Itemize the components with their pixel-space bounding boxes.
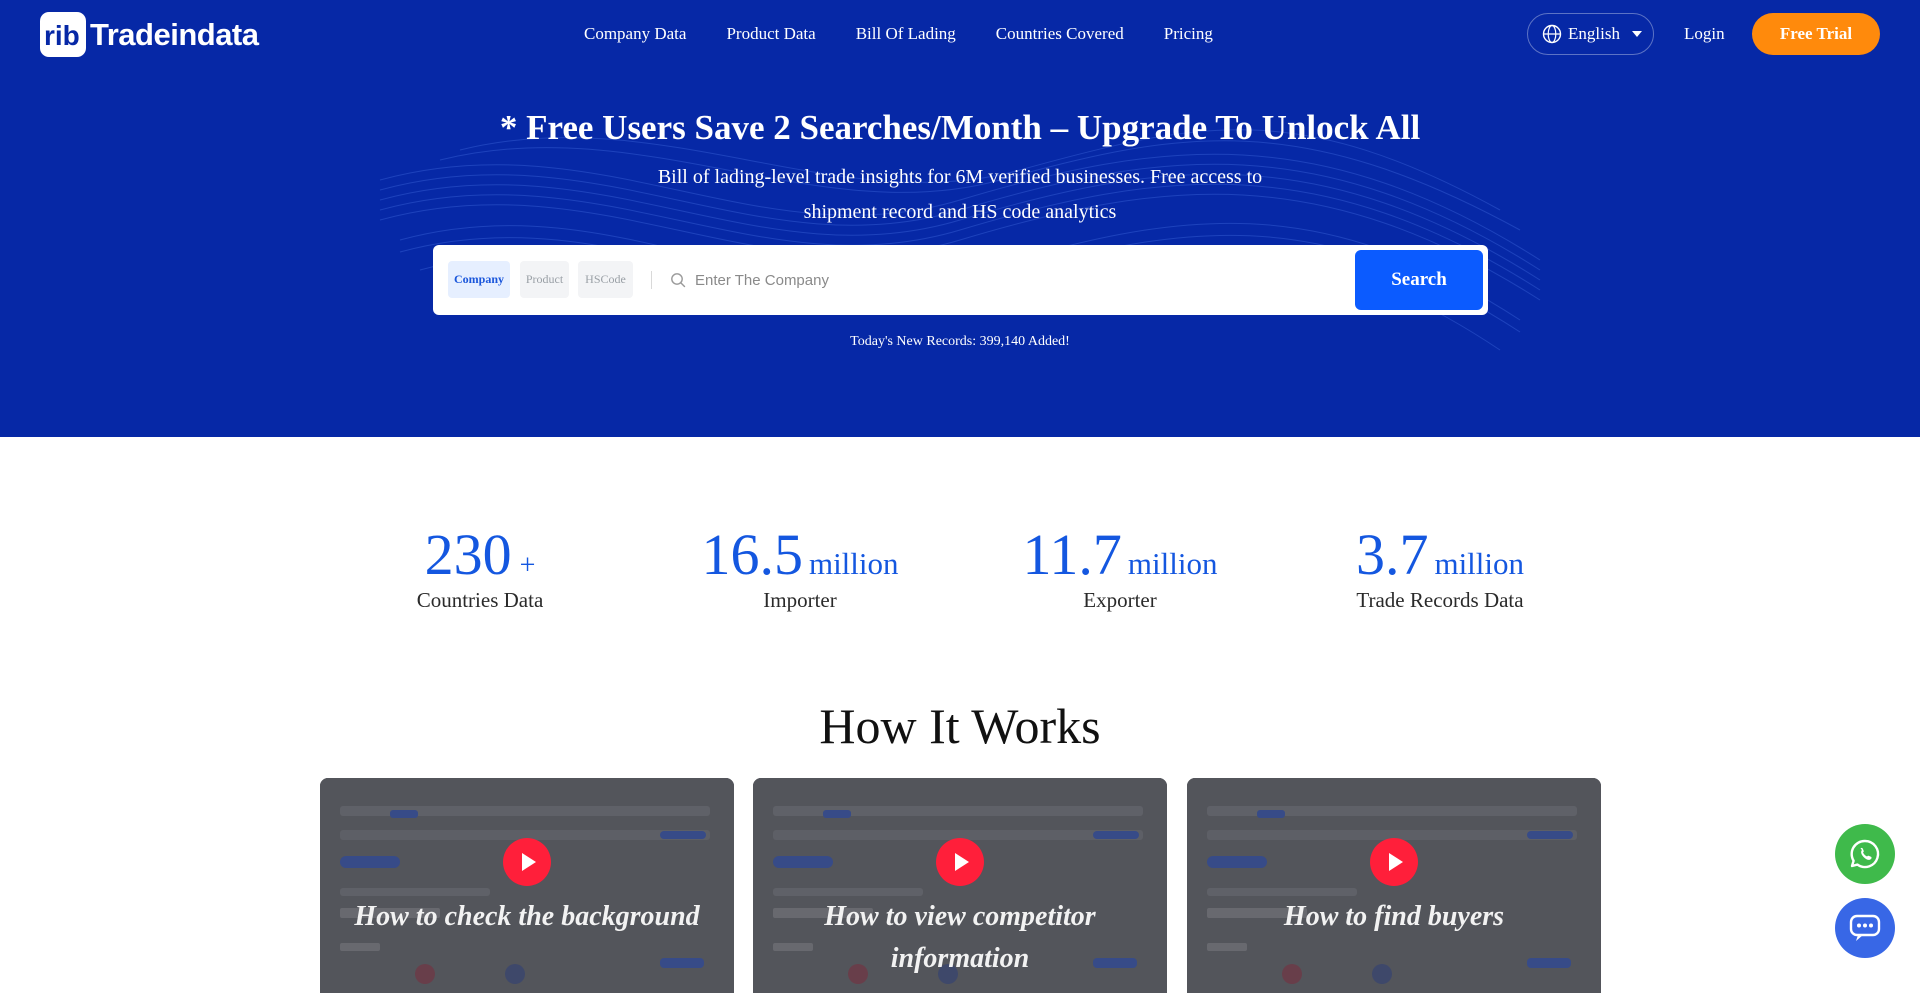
whatsapp-icon: [1850, 839, 1880, 869]
stat-label: Exporter: [1083, 588, 1157, 612]
stat-trade-records: 3.7 million Trade Records Data: [1310, 520, 1570, 613]
video-card-buyers[interactable]: How to find buyers: [1187, 778, 1601, 993]
stat-suffix: million: [808, 546, 899, 581]
free-trial-button[interactable]: Free Trial: [1752, 13, 1880, 55]
video-card-title: How to find buyers: [1283, 901, 1505, 932]
tab-company[interactable]: Company: [448, 261, 510, 298]
stat-exporter: 11.7 million Exporter: [990, 520, 1250, 613]
video-card-competitor[interactable]: How to view competitor information: [753, 778, 1167, 993]
hero-subtitle: Bill of lading-level trade insights for …: [657, 166, 1263, 223]
nav-link-product-data[interactable]: Product Data: [726, 24, 815, 44]
stat-label: Countries Data: [416, 588, 544, 612]
tab-hscode[interactable]: HSCode: [578, 261, 633, 298]
stat-number: 230: [424, 522, 512, 587]
nav-link-bill-of-lading[interactable]: Bill Of Lading: [856, 24, 956, 44]
stat-importer: 16.5 million Importer: [670, 520, 930, 613]
stat-label: Trade Records Data: [1356, 588, 1524, 612]
nav-link-company-data[interactable]: Company Data: [584, 24, 686, 44]
nav-link-countries-covered[interactable]: Countries Covered: [996, 24, 1124, 44]
stat-suffix: +: [519, 550, 536, 581]
chat-bot-icon: [1849, 914, 1881, 941]
stat-countries: 230 + Countries Data: [350, 520, 610, 613]
logo[interactable]: rib Tradeindata: [40, 12, 259, 57]
globe-icon: [1542, 24, 1562, 44]
tab-product[interactable]: Product: [520, 261, 569, 298]
whatsapp-button[interactable]: [1835, 824, 1895, 884]
play-icon[interactable]: [503, 838, 551, 886]
logo-icon: rib: [40, 12, 86, 57]
stat-number: 16.5: [701, 522, 803, 587]
stat-suffix: million: [1434, 546, 1525, 581]
search-button[interactable]: Search: [1355, 250, 1483, 310]
play-icon[interactable]: [936, 838, 984, 886]
video-card-background[interactable]: How to check the background: [320, 778, 734, 993]
play-icon[interactable]: [1370, 838, 1418, 886]
stat-label: Importer: [763, 588, 837, 612]
language-selector[interactable]: English: [1527, 13, 1654, 55]
chat-bot-button[interactable]: [1835, 898, 1895, 958]
nav-link-pricing[interactable]: Pricing: [1164, 24, 1213, 44]
search-icon: [671, 273, 686, 288]
search-box: Company Product HSCode Search: [433, 245, 1488, 315]
chevron-down-icon: [1631, 31, 1642, 37]
logo-text: Tradeindata: [90, 16, 259, 52]
login-link[interactable]: Login: [1684, 24, 1725, 44]
top-nav: rib Tradeindata Company Data Product Dat…: [0, 0, 1920, 68]
nav-links: Company Data Product Data Bill Of Lading…: [584, 24, 1253, 44]
hero-section: rib Tradeindata Company Data Product Dat…: [0, 0, 1920, 437]
search-input[interactable]: [695, 265, 1295, 295]
video-card-title: How to view competitor information: [824, 901, 1096, 974]
video-card-title: How to check the background: [354, 901, 700, 932]
stat-suffix: million: [1127, 546, 1218, 581]
how-it-works-title: How It Works: [819, 698, 1101, 754]
hero-title: * Free Users Save 2 Searches/Month – Upg…: [499, 108, 1421, 147]
stat-number: 11.7: [1022, 522, 1122, 587]
stat-number: 3.7: [1355, 522, 1429, 587]
new-records-note: Today's New Records: 399,140 Added!: [850, 334, 1070, 349]
svg-text:rib: rib: [44, 20, 80, 51]
search-divider: [651, 271, 652, 289]
language-label: English: [1568, 24, 1620, 43]
